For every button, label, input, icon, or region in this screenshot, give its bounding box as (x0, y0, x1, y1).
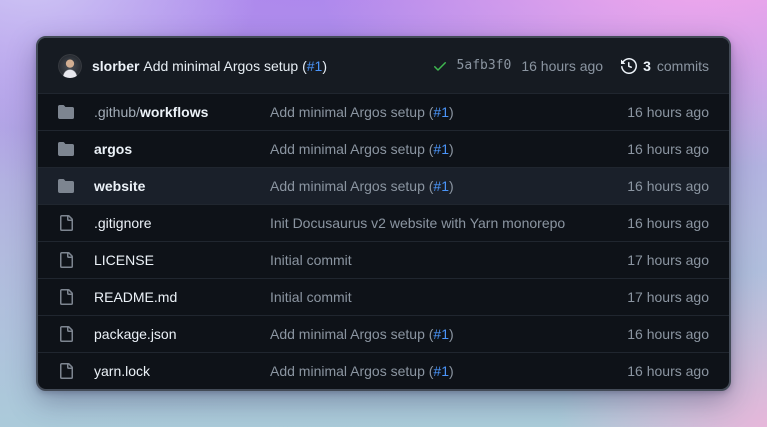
pr-link[interactable]: #1 (433, 141, 449, 157)
latest-commit-message: slorber Add minimal Argos setup (#1) (92, 58, 327, 74)
author-avatar[interactable] (58, 54, 82, 78)
file-icon (58, 326, 94, 342)
file-row-gitignore: .gitignore Init Docusaurus v2 website wi… (38, 204, 729, 241)
commit-hash-link[interactable]: 5afb3f0 (457, 58, 512, 73)
commit-time: 16 hours ago (627, 178, 709, 194)
commit-time: 16 hours ago (627, 363, 709, 379)
file-name[interactable]: yarn.lock (94, 363, 150, 379)
file-name[interactable]: workflows (140, 104, 208, 120)
commit-message-suffix: ) (322, 58, 327, 74)
check-status-icon[interactable] (432, 58, 448, 74)
commit-meta: 5afb3f0 16 hours ago 3 commits (432, 58, 709, 74)
commits-label: commits (657, 58, 709, 74)
commit-time: 16 hours ago (627, 326, 709, 342)
file-name-link[interactable]: website (94, 178, 270, 194)
commit-time: 16 hours ago (627, 141, 709, 157)
file-name[interactable]: argos (94, 141, 132, 157)
file-name[interactable]: package.json (94, 326, 177, 342)
folder-icon (58, 104, 94, 120)
pr-link[interactable]: #1 (433, 363, 449, 379)
file-row-github-workflows: .github/workflows Add minimal Argos setu… (38, 93, 729, 130)
commit-time: 16 hours ago (627, 104, 709, 120)
page-background: slorber Add minimal Argos setup (#1) 5af… (0, 0, 767, 427)
latest-commit-bar: slorber Add minimal Argos setup (#1) 5af… (38, 38, 729, 93)
commit-time: 17 hours ago (627, 252, 709, 268)
folder-icon (58, 178, 94, 194)
file-name-link[interactable]: package.json (94, 326, 270, 342)
pr-link[interactable]: #1 (433, 326, 449, 342)
file-name-link[interactable]: yarn.lock (94, 363, 270, 379)
latest-commit-time: 16 hours ago (521, 58, 603, 74)
commit-message-link[interactable]: Add minimal Argos setup ( (143, 58, 306, 74)
latest-commit-info: slorber Add minimal Argos setup (#1) (58, 54, 420, 78)
commit-time: 17 hours ago (627, 289, 709, 305)
file-row-website: website Add minimal Argos setup (#1) 16 … (38, 167, 729, 204)
file-name[interactable]: website (94, 178, 145, 194)
commit-message-link[interactable]: Initial commit (270, 289, 627, 305)
file-name-link[interactable]: LICENSE (94, 252, 270, 268)
file-icon (58, 215, 94, 231)
commit-message-link[interactable]: Add minimal Argos setup (#1) (270, 104, 627, 120)
commits-count: 3 (643, 58, 651, 74)
file-list: .github/workflows Add minimal Argos setu… (38, 93, 729, 389)
pr-link[interactable]: #1 (307, 58, 323, 74)
pr-link[interactable]: #1 (433, 104, 449, 120)
file-icon (58, 289, 94, 305)
commit-message-link[interactable]: Add minimal Argos setup (#1) (270, 326, 627, 342)
file-icon (58, 363, 94, 379)
commit-message-link[interactable]: Init Docusaurus v2 website with Yarn mon… (270, 215, 627, 231)
pr-link[interactable]: #1 (433, 178, 449, 194)
commit-message-link[interactable]: Add minimal Argos setup (#1) (270, 178, 627, 194)
file-row-argos: argos Add minimal Argos setup (#1) 16 ho… (38, 130, 729, 167)
file-name[interactable]: README.md (94, 289, 177, 305)
file-name-link[interactable]: .gitignore (94, 215, 270, 231)
commit-author-link[interactable]: slorber (92, 58, 139, 74)
folder-icon (58, 141, 94, 157)
commit-history-link[interactable]: 3 commits (621, 58, 709, 74)
commit-time: 16 hours ago (627, 215, 709, 231)
file-name-link[interactable]: README.md (94, 289, 270, 305)
repo-file-browser: slorber Add minimal Argos setup (#1) 5af… (36, 36, 731, 391)
file-row-readme: README.md Initial commit 17 hours ago (38, 278, 729, 315)
file-row-package-json: package.json Add minimal Argos setup (#1… (38, 315, 729, 352)
file-name-link[interactable]: argos (94, 141, 270, 157)
commit-message-link[interactable]: Add minimal Argos setup (#1) (270, 141, 627, 157)
file-row-yarn-lock: yarn.lock Add minimal Argos setup (#1) 1… (38, 352, 729, 389)
folder-prefix[interactable]: .github/ (94, 104, 140, 120)
file-icon (58, 252, 94, 268)
file-row-license: LICENSE Initial commit 17 hours ago (38, 241, 729, 278)
file-name[interactable]: LICENSE (94, 252, 154, 268)
commit-message-link[interactable]: Initial commit (270, 252, 627, 268)
file-name[interactable]: .gitignore (94, 215, 152, 231)
clock-history-icon (621, 58, 637, 74)
file-name-link[interactable]: .github/workflows (94, 104, 270, 120)
commit-message-link[interactable]: Add minimal Argos setup (#1) (270, 363, 627, 379)
